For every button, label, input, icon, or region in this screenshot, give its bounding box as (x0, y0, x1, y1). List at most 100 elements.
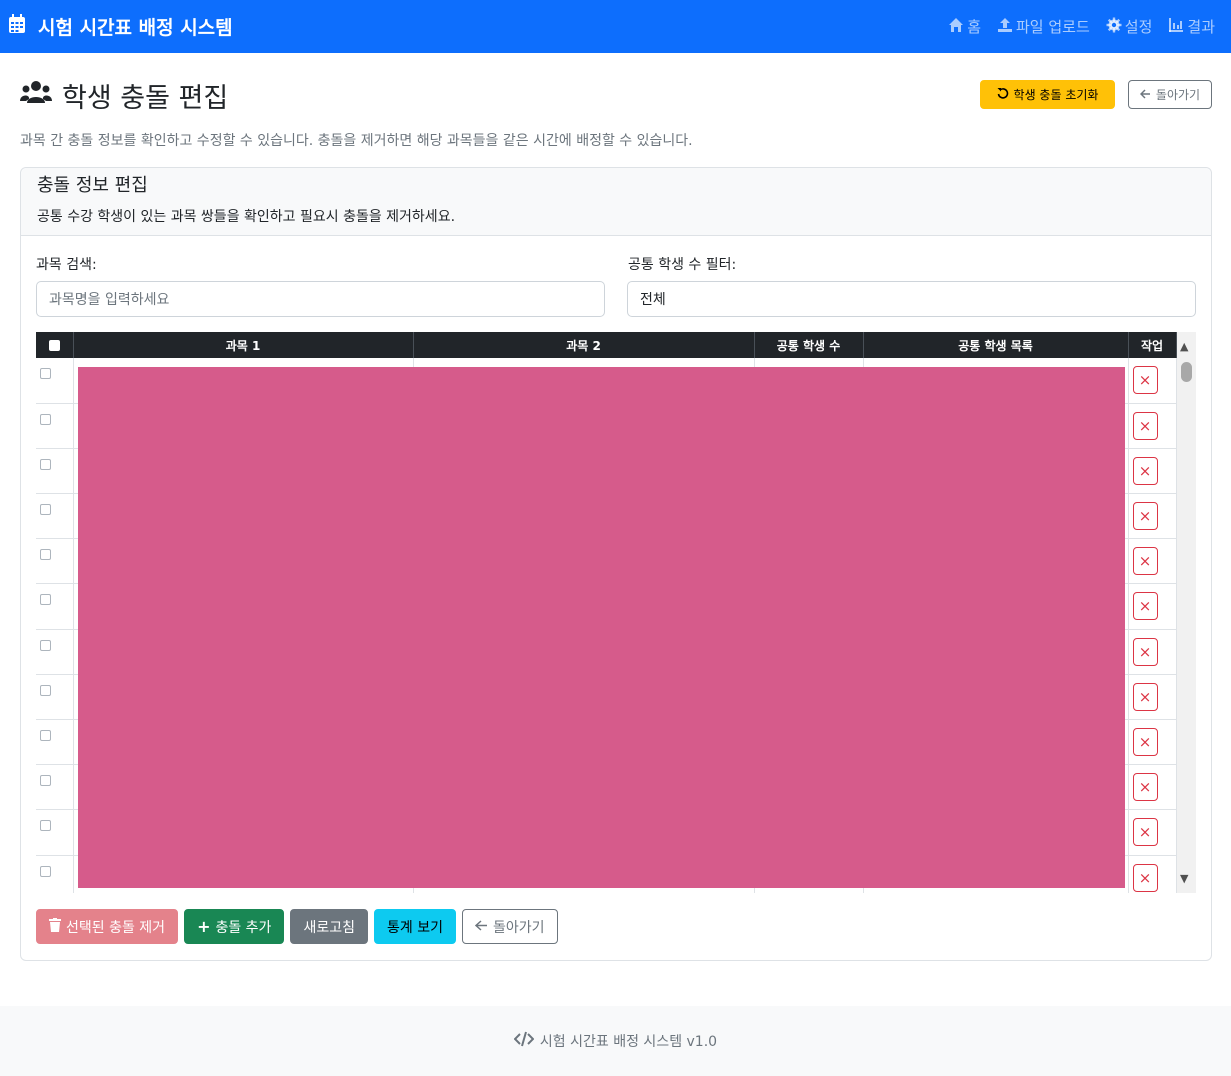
action-cell: × (1128, 583, 1177, 630)
row-checkbox[interactable] (40, 413, 51, 425)
nav-results-label: 결과 (1187, 18, 1215, 36)
nav-results[interactable]: 결과 (1168, 16, 1215, 37)
delete-conflict-button[interactable]: × (1132, 411, 1158, 440)
footer-text: 시험 시간표 배정 시스템 v1.0 (539, 1034, 718, 1050)
row-select-cell (36, 674, 74, 721)
row-checkbox[interactable] (40, 504, 51, 516)
back-button-top[interactable]: 돌아가기 (1128, 80, 1212, 109)
nav-home[interactable]: 홈 (948, 16, 981, 37)
row-select-cell (36, 583, 74, 630)
code-icon (513, 1031, 535, 1051)
row-select-cell (36, 358, 74, 404)
navbar: 시험 시간표 배정 시스템 홈 파일 업로드 설정 결과 (0, 0, 1231, 53)
arrow-left-icon (1139, 88, 1151, 102)
row-checkbox[interactable] (40, 458, 51, 470)
row-checkbox[interactable] (40, 639, 51, 651)
action-cell: × (1128, 448, 1177, 495)
search-input[interactable]: 과목명을 입력하세요 (36, 281, 605, 317)
close-icon: × (1138, 371, 1152, 389)
reset-conflicts-label: 학생 충돌 초기화 (1013, 88, 1099, 102)
close-icon: × (1138, 642, 1152, 661)
row-select-cell (36, 493, 74, 540)
close-icon: × (1138, 687, 1152, 706)
row-select-cell (36, 538, 74, 585)
row-checkbox[interactable] (40, 549, 51, 561)
delete-conflict-button[interactable]: × (1132, 366, 1158, 394)
action-cell: × (1128, 629, 1177, 675)
undo-icon (997, 87, 1009, 102)
close-icon: × (1138, 416, 1152, 435)
card-title: 충돌 정보 편집 (37, 175, 148, 196)
delete-conflict-button[interactable]: × (1132, 682, 1158, 711)
table-scrollbar[interactable] (1177, 332, 1196, 893)
home-icon (948, 17, 964, 37)
remove-selected-button[interactable]: 선택된 충돌 제거 (36, 909, 179, 944)
filter-value: 전체 (640, 292, 666, 308)
add-conflict-button[interactable]: + 충돌 추가 (184, 909, 285, 944)
student-count-filter-select[interactable]: 전체 (627, 281, 1196, 317)
delete-conflict-button[interactable]: × (1132, 502, 1158, 531)
close-icon: × (1138, 597, 1152, 616)
nav-upload[interactable]: 파일 업로드 (997, 16, 1090, 37)
card-subtitle: 공통 수강 학생이 있는 과목 쌍들을 확인하고 필요시 충돌을 제거하세요. (37, 209, 456, 225)
nav-settings[interactable]: 설정 (1106, 16, 1153, 37)
nav-upload-label: 파일 업로드 (1016, 18, 1090, 36)
close-icon: × (1138, 507, 1152, 526)
column-header: 공통 학생 수 (754, 332, 864, 358)
filter-label: 공통 학생 수 필터: (628, 257, 737, 273)
row-checkbox[interactable] (40, 820, 51, 832)
users-icon (20, 79, 52, 112)
delete-conflict-button[interactable]: × (1132, 773, 1158, 802)
action-cell: × (1128, 538, 1177, 585)
close-icon: × (1138, 733, 1152, 751)
add-conflict-label: 충돌 추가 (215, 919, 272, 936)
row-checkbox[interactable] (40, 594, 51, 606)
upload-icon (997, 17, 1013, 37)
refresh-label: 새로고침 (303, 919, 355, 936)
delete-conflict-button[interactable]: × (1132, 863, 1158, 892)
scroll-down-arrow-icon[interactable]: ▼ (1180, 872, 1188, 885)
reset-conflicts-button[interactable]: 학생 충돌 초기화 (980, 80, 1115, 109)
nav-links: 홈 파일 업로드 설정 결과 (948, 16, 1215, 37)
select-all-checkbox[interactable] (48, 339, 60, 351)
select-all-cell (36, 332, 74, 358)
search-label: 과목 검색: (36, 257, 97, 273)
row-select-cell (36, 855, 74, 893)
nav-settings-label: 설정 (1124, 18, 1153, 36)
row-select-cell (36, 764, 74, 811)
action-cell: × (1128, 493, 1177, 540)
column-header: 과목 2 (413, 332, 755, 358)
row-select-cell (36, 719, 74, 766)
delete-conflict-button[interactable]: × (1132, 547, 1158, 576)
action-cell: × (1128, 358, 1177, 404)
row-select-cell (36, 809, 74, 856)
arrow-left-icon (474, 919, 488, 935)
action-cell: × (1128, 809, 1177, 856)
row-checkbox[interactable] (40, 368, 51, 379)
brand-text: 시험 시간표 배정 시스템 (38, 17, 233, 39)
close-icon: × (1138, 823, 1152, 842)
action-cell: × (1128, 764, 1177, 811)
delete-conflict-button[interactable]: × (1132, 456, 1158, 485)
row-checkbox[interactable] (40, 865, 51, 877)
row-checkbox[interactable] (40, 684, 51, 696)
trash-icon (49, 917, 61, 936)
remove-selected-label: 선택된 충돌 제거 (66, 919, 166, 936)
row-checkbox[interactable] (40, 730, 51, 741)
delete-conflict-button[interactable]: × (1132, 818, 1158, 847)
delete-conflict-button[interactable]: × (1132, 637, 1158, 666)
delete-conflict-button[interactable]: × (1132, 728, 1158, 756)
back-button-bottom[interactable]: 돌아가기 (461, 909, 558, 944)
column-header: 공통 학생 목록 (863, 332, 1129, 358)
action-cell: × (1128, 403, 1177, 449)
close-icon: × (1138, 552, 1152, 571)
delete-conflict-button[interactable]: × (1132, 592, 1158, 621)
stats-button[interactable]: 통계 보기 (373, 909, 456, 944)
search-placeholder: 과목명을 입력하세요 (49, 292, 170, 308)
row-checkbox[interactable] (40, 775, 51, 787)
scroll-up-arrow-icon[interactable]: ▲ (1180, 340, 1188, 353)
back-button-top-label: 돌아가기 (1155, 88, 1201, 102)
brand[interactable]: 시험 시간표 배정 시스템 (8, 13, 233, 40)
refresh-button[interactable]: 새로고침 (290, 909, 368, 944)
scrollbar-thumb[interactable] (1181, 362, 1192, 382)
